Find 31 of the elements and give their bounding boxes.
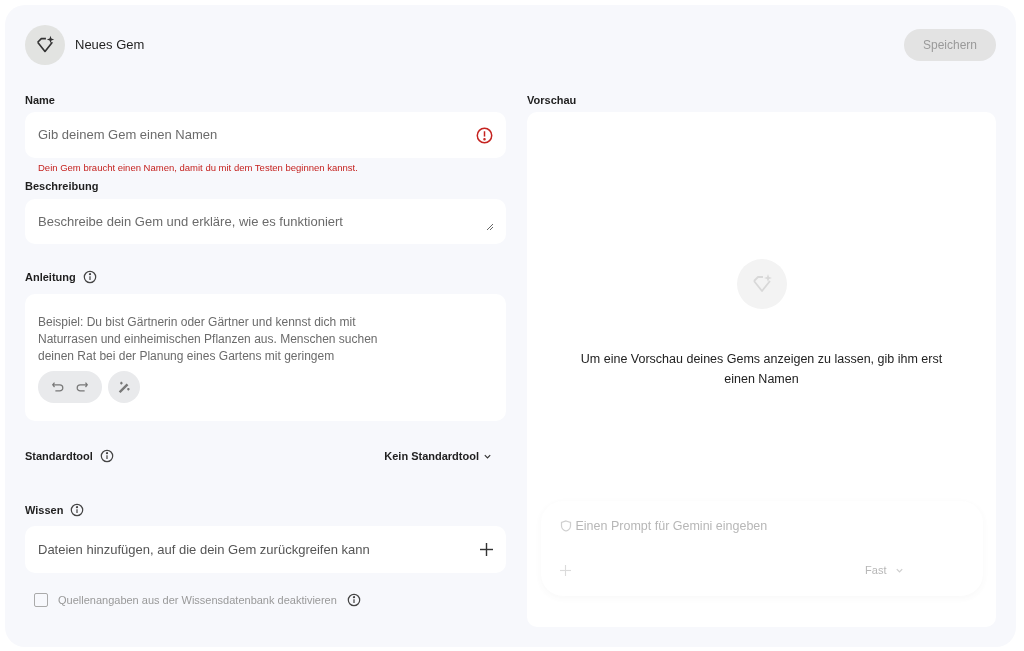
instructions-field[interactable]: Beispiel: Du bist Gärtnerin oder Gärtner und kennst dich mit Naturrasen und einheimischen Pflanzen aus. Menschen suchen deinen Rat bei der Planung eines Gartens mit geringem (25, 294, 506, 421)
default-tool-dropdown[interactable]: Kein Standardtool (384, 447, 492, 465)
error-message: Dein Gem braucht einen Namen, damit du mit dem Testen beginnen kannst. (38, 161, 359, 175)
field-label: Beschreibung (25, 179, 100, 194)
add-files-text: Dateien hinzufügen, auf die dein Gem zurückgreifen kann (38, 540, 370, 559)
prompt-placeholder: Einen Prompt für Gemini eingeben (575, 518, 768, 535)
shield-icon (559, 520, 572, 533)
info-icon[interactable] (82, 270, 97, 284)
resize-handle-icon[interactable] (486, 223, 494, 231)
magic-pen-button[interactable] (108, 371, 140, 403)
info-icon[interactable] (346, 593, 361, 608)
info-icon[interactable] (70, 503, 85, 517)
plus-icon[interactable] (480, 543, 493, 556)
undo-icon[interactable] (51, 380, 65, 394)
field-label: Wissen (25, 502, 64, 518)
field-label: Vorschau (527, 93, 578, 108)
placeholder-text: Gib deinem Gem einen Namen (38, 126, 218, 145)
placeholder-text: Beispiel: Du bist Gärtnerin oder Gärtner und kennst dich mit Naturrasen und einheimischen Pflanzen aus. Menschen suchen deinen Rat bei der Planung eines Gartens mit geringem (38, 314, 379, 365)
name-field[interactable]: Gib deinem Gem einen Namen (25, 112, 506, 158)
page-title: Neues Gem (75, 36, 145, 55)
field-label: Anleitung (25, 269, 76, 285)
add-files-field[interactable]: Dateien hinzufügen, auf die dein Gem zurückgreifen kann (25, 526, 506, 573)
placeholder-text: Beschreibe dein Gem und erkläre, wie es funktioniert (38, 212, 343, 231)
field-label: Name (25, 93, 56, 108)
preview-message: Um eine Vorschau deines Gems anzeigen zu lassen, gib ihm erst einen Namen (579, 351, 944, 388)
redo-icon[interactable] (75, 380, 89, 394)
magic-pen-icon (117, 380, 131, 394)
checkbox-label: Quellenangaben aus der Wissensdatenbank deaktivieren (58, 593, 337, 608)
info-icon[interactable] (99, 449, 114, 463)
description-field[interactable]: Beschreibe dein Gem und erkläre, wie es funktioniert (25, 199, 506, 244)
field-label: Standardtool (25, 448, 93, 464)
